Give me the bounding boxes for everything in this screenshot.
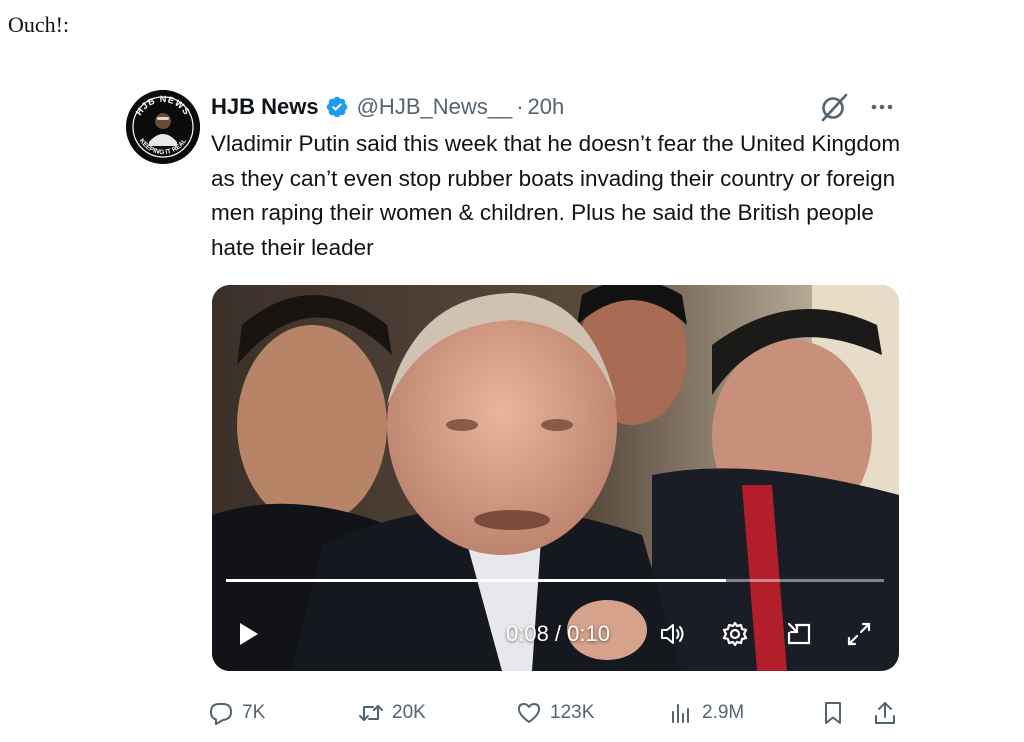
grok-icon[interactable] (819, 92, 849, 122)
reply-button[interactable]: 7K (208, 698, 265, 728)
reply-icon (210, 703, 232, 725)
author-name[interactable]: HJB News (211, 94, 319, 120)
views-button[interactable]: 2.9M (668, 698, 744, 728)
video-frame (212, 285, 899, 671)
tweet-text: Vladimir Putin said this week that he do… (211, 131, 901, 260)
repost-button[interactable]: 20K (358, 698, 426, 728)
verified-badge-icon (325, 95, 349, 119)
time-separator: · (516, 94, 524, 119)
video-progress-bar[interactable] (226, 579, 884, 582)
reply-count: 7K (242, 702, 266, 723)
share-button[interactable] (872, 698, 898, 728)
timestamp[interactable]: 20h (528, 94, 565, 120)
volume-icon[interactable] (658, 619, 688, 649)
video-progress-fill (226, 579, 727, 582)
share-icon (875, 702, 895, 724)
analytics-icon (672, 704, 689, 723)
pip-icon[interactable] (784, 619, 814, 649)
repost-count: 20K (392, 702, 426, 723)
tweet-card[interactable]: HJB NEWS KEEPING IT REAL HJB News @HJB_N… (126, 86, 906, 736)
video-player[interactable]: 0:08 / 0:10 (212, 285, 899, 671)
heart-icon (518, 703, 540, 723)
like-button[interactable]: 123K (516, 698, 594, 728)
author-handle[interactable]: @HJB_News__ (357, 94, 513, 120)
fullscreen-icon[interactable] (844, 619, 874, 649)
intro-text: Ouch!: (8, 12, 70, 37)
bookmark-button[interactable] (820, 698, 846, 728)
video-time-display: 0:08 / 0:10 (506, 621, 610, 646)
play-icon[interactable] (232, 619, 262, 649)
repost-icon (359, 705, 383, 721)
more-icon[interactable] (866, 94, 898, 120)
avatar[interactable]: HJB NEWS KEEPING IT REAL (126, 90, 200, 164)
settings-icon[interactable] (720, 619, 750, 649)
like-count: 123K (550, 702, 595, 723)
tweet-header: HJB News @HJB_News__ · 20h (211, 92, 564, 122)
view-count: 2.9M (702, 702, 745, 723)
tweet-actions: 7K 20K 123K 2.9M (208, 698, 908, 728)
bookmark-icon (825, 702, 841, 724)
